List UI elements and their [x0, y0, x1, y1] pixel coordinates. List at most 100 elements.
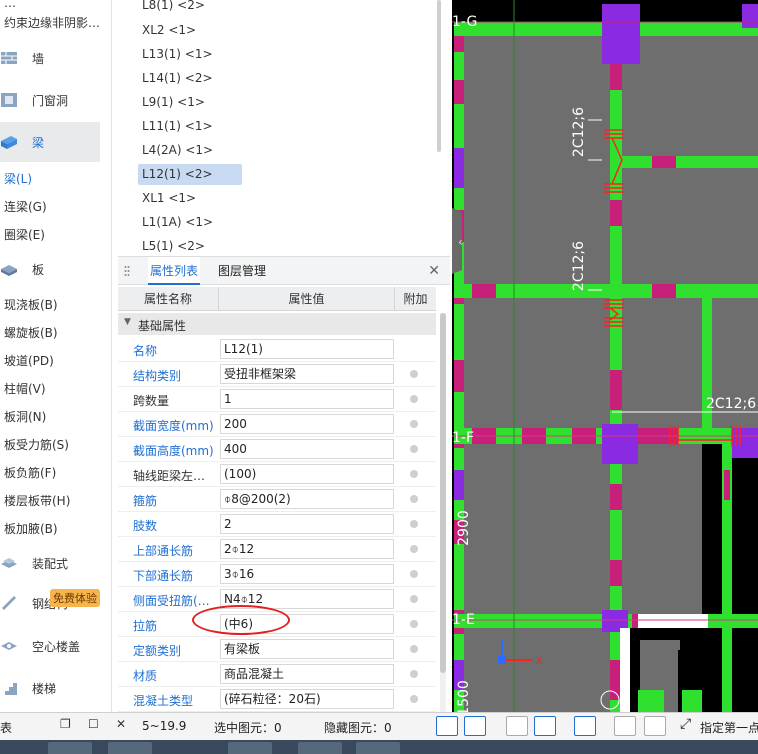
list-item[interactable]: L11(1) <1> [138, 116, 242, 137]
nav-item-constraint-edge[interactable]: 约束边缘非阴影… [4, 14, 100, 31]
nav-item-slab-haunch[interactable]: 板加腋(B) [4, 520, 58, 537]
property-row[interactable]: 侧面受扭筋(… N4⌽12 [118, 587, 436, 612]
property-row[interactable]: 上部通长筋 2⌽12 [118, 537, 436, 562]
property-value-field[interactable]: 商品混凝土 [220, 664, 394, 684]
taskbar-app[interactable] [356, 742, 400, 754]
property-value-field[interactable]: L12(1) [220, 339, 394, 359]
tab-property-list[interactable]: 属性列表 [148, 257, 201, 285]
property-row[interactable]: 名称 L12(1) [118, 337, 436, 362]
attach-checkbox[interactable] [410, 470, 418, 478]
list-item[interactable]: L9(1) <1> [138, 92, 242, 113]
nav-category-wall[interactable]: 墙 [0, 38, 100, 78]
attach-checkbox[interactable] [410, 670, 418, 678]
arc-icon[interactable] [644, 716, 666, 736]
drawing-canvas[interactable]: X ‹ 1-G 1-F 1-E 2900 1500 2C12;6 2C12;6 … [452, 0, 758, 712]
taskbar-app[interactable] [298, 742, 342, 754]
nav-item-ring-beam[interactable]: 圈梁(E) [4, 226, 45, 243]
property-row[interactable]: 轴线距梁左… (100) [118, 462, 436, 487]
property-group-basic[interactable]: ▼ 基础属性 [118, 313, 436, 335]
property-value-field[interactable]: 受扭非框架梁 [220, 364, 394, 384]
attach-checkbox[interactable] [410, 645, 418, 653]
nav-item-beam-l[interactable]: 梁(L) [4, 170, 32, 187]
ortho-toggle-icon[interactable] [436, 716, 458, 736]
property-row[interactable]: 箍筋 ⌽8@200(2) [118, 487, 436, 512]
property-row[interactable]: 混凝土类型 (碎石粒径：20石) [118, 687, 436, 712]
list-item[interactable]: L4(2A) <1> [138, 140, 242, 161]
property-row[interactable]: 肢数 2 [118, 512, 436, 537]
taskbar-app[interactable] [228, 742, 272, 754]
list-item-selected[interactable]: L12(1) <2> [138, 164, 242, 185]
list-scrollbar[interactable] [437, 0, 441, 152]
nav-item-slab-hole[interactable]: 板洞(N) [4, 408, 46, 425]
snap-toggle-icon[interactable] [464, 716, 486, 736]
list-item[interactable]: L14(1) <2> [138, 68, 242, 89]
nav-item-floor-band[interactable]: 楼层板带(H) [4, 492, 70, 509]
nav-item-column-cap[interactable]: 柱帽(V) [4, 380, 46, 397]
property-row[interactable]: 结构类别 受扭非框架梁 [118, 362, 436, 387]
property-scrollbar[interactable] [440, 313, 446, 713]
attach-checkbox[interactable] [410, 370, 418, 378]
nav-item-slab-rebar[interactable]: 板受力筋(S) [4, 436, 69, 453]
nav-category-stair[interactable]: 楼梯 [0, 668, 100, 708]
attach-checkbox[interactable] [410, 570, 418, 578]
property-value-field[interactable]: (碎石粒径：20石) [220, 689, 394, 709]
property-row[interactable]: 截面高度(mm) 400 [118, 437, 436, 462]
nav-item-slab-neg-rebar[interactable]: 板负筋(F) [4, 464, 56, 481]
drag-grip-icon[interactable] [124, 265, 130, 277]
property-value-field[interactable]: (100) [220, 464, 394, 484]
tab-layer-management[interactable]: 图层管理 [216, 257, 268, 285]
property-value-field[interactable]: 2 [220, 514, 394, 534]
maximize-icon[interactable]: ☐ [88, 717, 99, 731]
collapse-caret-icon[interactable]: ▼ [124, 317, 131, 327]
expand-icon[interactable]: ⤢ [680, 716, 691, 732]
property-row[interactable]: 定额类别 有梁板 [118, 637, 436, 662]
property-row[interactable]: 截面宽度(mm) 200 [118, 412, 436, 437]
property-value-field[interactable]: 有梁板 [220, 639, 394, 659]
attach-checkbox[interactable] [410, 695, 418, 703]
nav-item-spiral-slab[interactable]: 螺旋板(B) [4, 324, 58, 341]
free-trial-badge[interactable]: 免费体验 [50, 589, 100, 607]
attach-checkbox[interactable] [410, 495, 418, 503]
close-icon[interactable]: ✕ [428, 263, 440, 279]
property-value-field[interactable]: ⌽8@200(2) [220, 489, 394, 509]
nav-category-beam[interactable]: 梁 [0, 122, 100, 162]
property-row[interactable]: 材质 商品混凝土 [118, 662, 436, 687]
attach-checkbox[interactable] [410, 545, 418, 553]
nav-item-top[interactable]: … [4, 0, 16, 10]
property-row[interactable]: 下部通长筋 3⌽16 [118, 562, 436, 587]
nav-category-hollow-floor[interactable]: 空心楼盖 [0, 626, 100, 666]
property-value-field[interactable]: 200 [220, 414, 394, 434]
dimension-tool-icon[interactable] [574, 716, 596, 736]
angle-icon[interactable] [534, 716, 556, 736]
list-item[interactable]: XL1 <1> [138, 188, 242, 209]
attach-checkbox[interactable] [410, 595, 418, 603]
taskbar-app[interactable] [48, 742, 92, 754]
nav-item-cast-slab[interactable]: 现浇板(B) [4, 296, 58, 313]
close-icon[interactable]: ✕ [116, 717, 126, 731]
nav-category-door-window[interactable]: 门窗洞 [0, 80, 100, 120]
scrollbar-thumb[interactable] [440, 313, 446, 673]
property-value-field[interactable]: 3⌽16 [220, 564, 394, 584]
cross-select-icon[interactable] [506, 716, 528, 736]
nav-item-link-beam[interactable]: 连梁(G) [4, 198, 47, 215]
nav-category-prefab[interactable]: 装配式 [0, 543, 100, 583]
taskbar-app[interactable] [108, 742, 152, 754]
property-value-field[interactable]: 1 [220, 389, 394, 409]
list-item[interactable]: XL2 <1> [138, 20, 242, 41]
attach-checkbox[interactable] [410, 445, 418, 453]
attach-checkbox[interactable] [410, 395, 418, 403]
nav-item-ramp[interactable]: 坡道(PD) [4, 352, 54, 369]
attach-checkbox[interactable] [410, 520, 418, 528]
attach-checkbox[interactable] [410, 620, 418, 628]
restore-icon[interactable]: ❐ [60, 717, 71, 731]
list-item[interactable]: L1(1A) <1> [138, 212, 242, 233]
property-value-field[interactable]: 400 [220, 439, 394, 459]
list-item[interactable]: L5(1) <2> [138, 236, 242, 252]
attach-checkbox[interactable] [410, 420, 418, 428]
nav-category-slab[interactable]: 板 [0, 249, 100, 289]
layer-icon[interactable] [614, 716, 636, 736]
list-item[interactable]: L8(1) <2> [138, 0, 242, 16]
property-row[interactable]: 跨数量 1 [118, 387, 436, 412]
property-value-field[interactable]: 2⌽12 [220, 539, 394, 559]
list-item[interactable]: L13(1) <1> [138, 44, 242, 65]
